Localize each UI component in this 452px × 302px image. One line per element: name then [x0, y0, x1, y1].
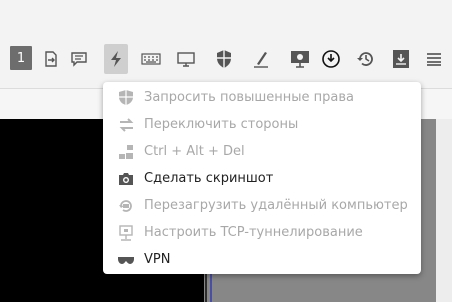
menu-item-label: Ctrl + Alt + Del [144, 144, 245, 159]
monitor-select-button[interactable]: 1 [10, 46, 32, 70]
toolbar: 1 [0, 0, 452, 88]
actions-button[interactable] [104, 44, 128, 74]
security-button[interactable] [213, 44, 235, 74]
camera-icon [117, 170, 135, 188]
keys-icon [117, 143, 135, 161]
menu-item-ctrl-alt-del[interactable]: Ctrl + Alt + Del [103, 138, 421, 165]
chat-icon [71, 52, 87, 67]
hamburger-icon [427, 53, 441, 66]
keyboard-button[interactable] [140, 44, 162, 74]
pen-icon [254, 52, 268, 68]
file-arrow-icon [45, 51, 57, 67]
tunnel-icon [117, 224, 135, 242]
menu-button[interactable] [423, 44, 445, 74]
menu-item-label: Переключить стороны [144, 117, 299, 132]
menu-item-label: Сделать скриншот [144, 171, 274, 186]
monitor-icon [177, 52, 195, 67]
keyboard-icon [141, 53, 161, 65]
menu-item-restart-remote[interactable]: Перезагрузить удалённый компьютер [103, 192, 421, 219]
vpn-icon [117, 251, 135, 269]
shield-icon [217, 50, 231, 68]
actions-dropdown-menu: Запросить повышенные права Переключить с… [103, 82, 421, 274]
download-circle-icon [322, 50, 340, 68]
lightning-icon [111, 51, 121, 67]
scroll-edge [436, 119, 452, 302]
menu-item-screenshot[interactable]: Сделать скриншот [103, 165, 421, 192]
history-icon [357, 52, 373, 66]
menu-item-label: VPN [144, 252, 171, 267]
history-button[interactable] [355, 44, 377, 74]
menu-item-switch-sides[interactable]: Переключить стороны [103, 111, 421, 138]
download-button[interactable] [320, 44, 342, 74]
menu-item-label: Перезагрузить удалённый компьютер [144, 198, 408, 213]
menu-item-vpn[interactable]: VPN [103, 246, 421, 273]
menu-item-label: Запросить повышенные права [144, 90, 354, 105]
display-button[interactable] [175, 44, 197, 74]
file-transfer-button[interactable] [40, 44, 62, 74]
menu-item-tcp-tunnel[interactable]: Настроить TCP-туннелирование [103, 219, 421, 246]
restart-icon [117, 197, 135, 215]
shield-icon [117, 89, 135, 107]
draw-button[interactable] [250, 44, 272, 74]
menu-item-request-elevation[interactable]: Запросить повышенные права [103, 84, 421, 111]
swap-icon [117, 116, 135, 134]
save-button[interactable] [390, 44, 412, 74]
chat-button[interactable] [68, 44, 90, 74]
remote-view-button[interactable] [289, 44, 311, 74]
menu-item-label: Настроить TCP-туннелирование [144, 225, 363, 240]
presentation-icon [291, 51, 309, 68]
save-download-icon [393, 50, 409, 68]
